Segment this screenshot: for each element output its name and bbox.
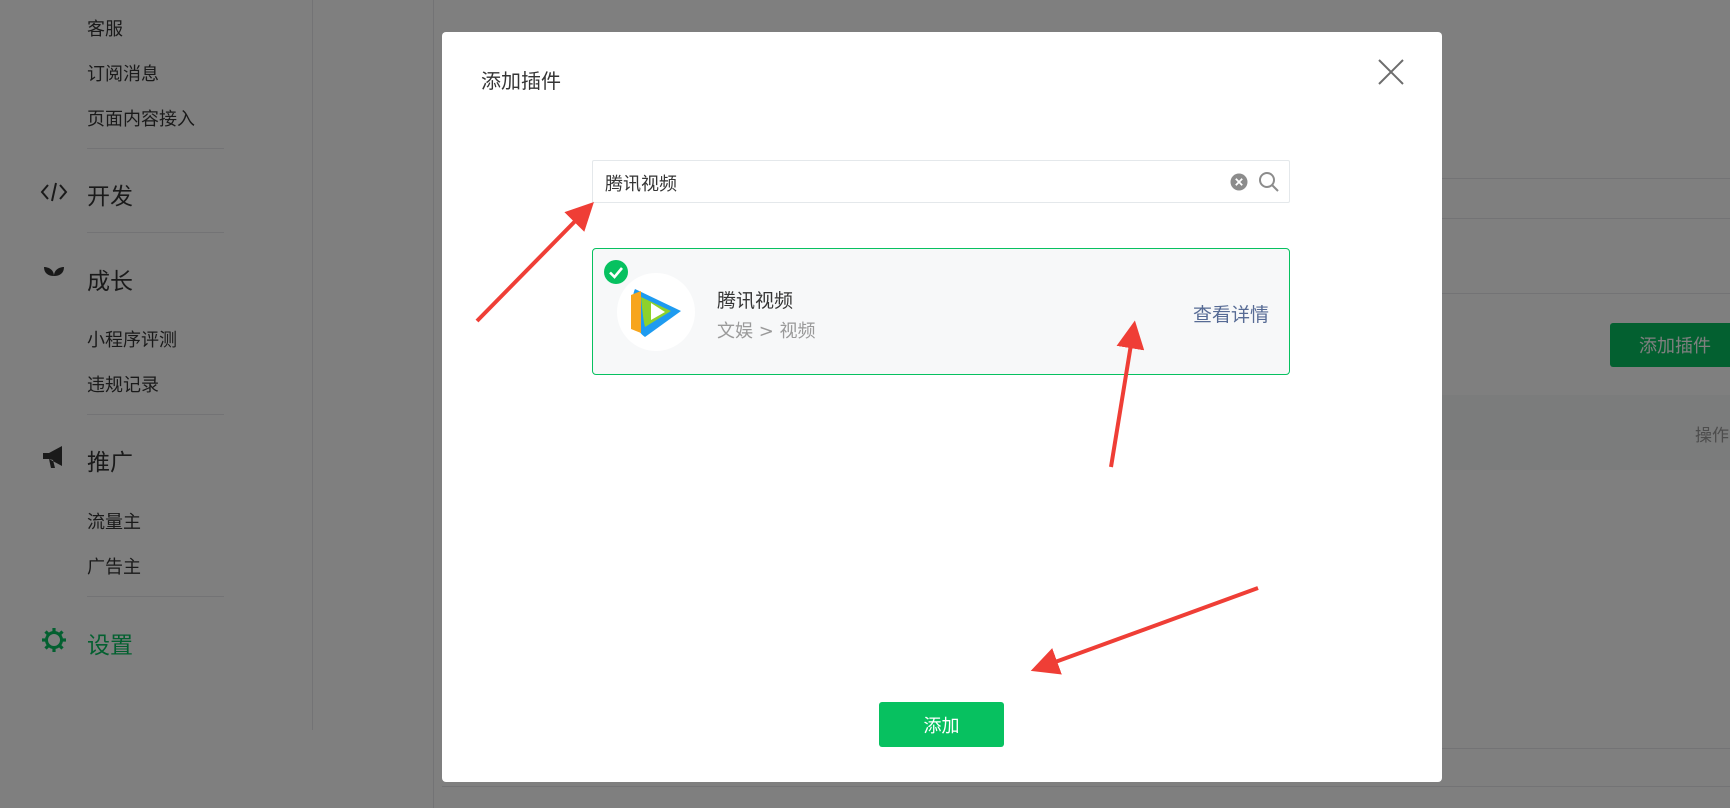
search-icon[interactable]	[1258, 171, 1280, 193]
plugin-search-input[interactable]: 腾讯视频	[592, 160, 1290, 203]
search-input-value: 腾讯视频	[605, 174, 677, 195]
plugin-name: 腾讯视频	[717, 290, 794, 312]
clear-icon[interactable]	[1230, 173, 1248, 191]
add-plugin-dialog: 添加插件 腾讯视频 腾讯视频 文娱 > 视频 查看详情 添加	[442, 32, 1442, 782]
plugin-category: 文娱 > 视频	[717, 321, 816, 342]
plugin-result-card[interactable]: 腾讯视频 文娱 > 视频 查看详情	[592, 248, 1290, 375]
view-details-link[interactable]: 查看详情	[1193, 300, 1269, 327]
tencent-video-logo	[617, 273, 695, 351]
dialog-title: 添加插件	[481, 69, 561, 93]
close-icon[interactable]	[1376, 57, 1406, 87]
add-button[interactable]: 添加	[879, 702, 1004, 747]
